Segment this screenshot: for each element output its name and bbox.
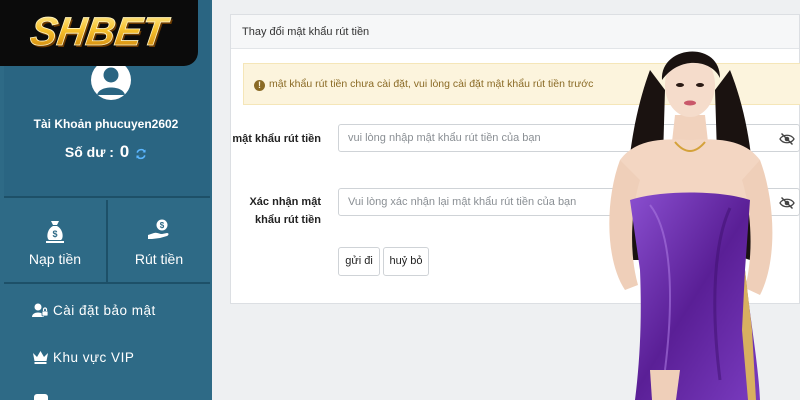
cancel-button[interactable]: huỷ bỏ (383, 247, 429, 276)
sidebar: SHBET SHBET Tài Khoản phucuyen2602 Số dư… (0, 0, 212, 400)
user-lock-icon (32, 302, 49, 318)
withdraw-password-label: mật khẩu rút tiền (232, 133, 321, 145)
money-bag-icon: $ (42, 218, 68, 244)
promo-model-image (580, 30, 800, 400)
hand-money-icon: $ (146, 218, 172, 244)
withdraw-button[interactable]: $ Rút tiền (106, 200, 210, 282)
alert-text: mật khẩu rút tiền chưa cài đặt, vui lòng… (269, 78, 594, 90)
sidebar-item-security-settings[interactable]: Cài đặt bảo mật (32, 302, 156, 318)
submit-button[interactable]: gửi đi (338, 247, 380, 276)
svg-text:SHBET: SHBET (28, 9, 173, 54)
sidebar-item-label: Cài đặt bảo mật (53, 302, 156, 318)
warning-icon: ! (254, 80, 265, 91)
sidebar-item-partial[interactable] (34, 394, 48, 400)
avatar-icon[interactable] (91, 60, 131, 100)
sidebar-item-vip-area[interactable]: Khu vực VIP (32, 349, 134, 365)
withdraw-label: Rút tiền (134, 251, 184, 267)
confirm-password-label: Xác nhận mật khẩu rút tiền (249, 196, 321, 226)
brand-logo[interactable]: SHBET SHBET (0, 0, 198, 66)
svg-text:$: $ (52, 229, 57, 239)
balance-row: Số dư : 0 (0, 142, 212, 162)
shbet-logo-icon: SHBET SHBET (27, 9, 174, 56)
deposit-button[interactable]: $ Nạp tiền (4, 200, 106, 282)
deposit-label: Nạp tiền (28, 251, 82, 267)
balance-value: 0 (119, 142, 130, 161)
balance-label: Số dư : (64, 144, 114, 160)
account-name: Tài Khoản phucuyen2602 (33, 117, 179, 131)
sidebar-item-label: Khu vực VIP (53, 349, 135, 365)
svg-text:$: $ (160, 221, 165, 230)
refresh-icon[interactable] (135, 147, 147, 160)
deposit-withdraw-row: $ Nạp tiền $ Rút tiền (4, 200, 210, 284)
crown-icon (32, 349, 49, 365)
